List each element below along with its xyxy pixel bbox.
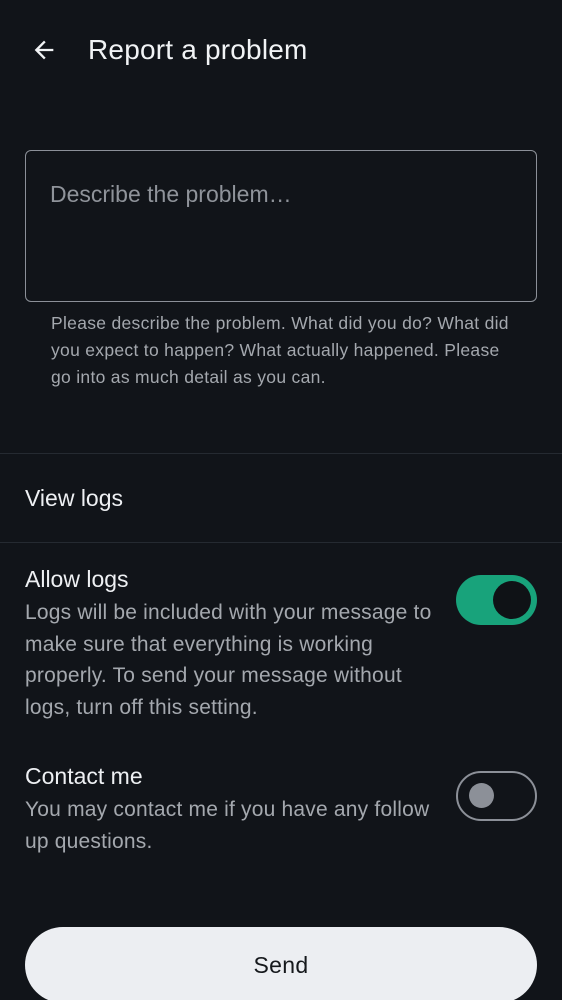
page-title: Report a problem (88, 34, 308, 65)
toggle-knob (469, 783, 494, 808)
view-logs-item[interactable]: View logs (0, 454, 562, 542)
app-bar: Report a problem (0, 0, 562, 100)
describe-problem-field-container (25, 150, 537, 302)
allow-logs-toggle[interactable] (456, 575, 537, 625)
contact-me-title: Contact me (25, 763, 143, 789)
send-button[interactable]: Send (25, 927, 537, 1000)
contact-me-setting: Contact me You may contact me if you hav… (0, 760, 562, 870)
report-problem-screen: Report a problem Please describe the pro… (0, 0, 562, 1000)
divider (0, 542, 562, 543)
toggle-knob (493, 581, 531, 619)
back-button[interactable] (22, 28, 66, 72)
allow-logs-setting: Allow logs Logs will be included with yo… (0, 563, 562, 733)
contact-me-description: You may contact me if you have any follo… (25, 798, 430, 853)
view-logs-label: View logs (25, 485, 124, 511)
description-helper-text: Please describe the problem. What did yo… (51, 313, 509, 387)
arrow-left-icon (34, 40, 54, 60)
contact-me-toggle[interactable] (456, 771, 537, 821)
allow-logs-description: Logs will be included with your message … (25, 601, 432, 719)
allow-logs-title: Allow logs (25, 566, 129, 592)
describe-problem-input[interactable] (26, 151, 536, 301)
